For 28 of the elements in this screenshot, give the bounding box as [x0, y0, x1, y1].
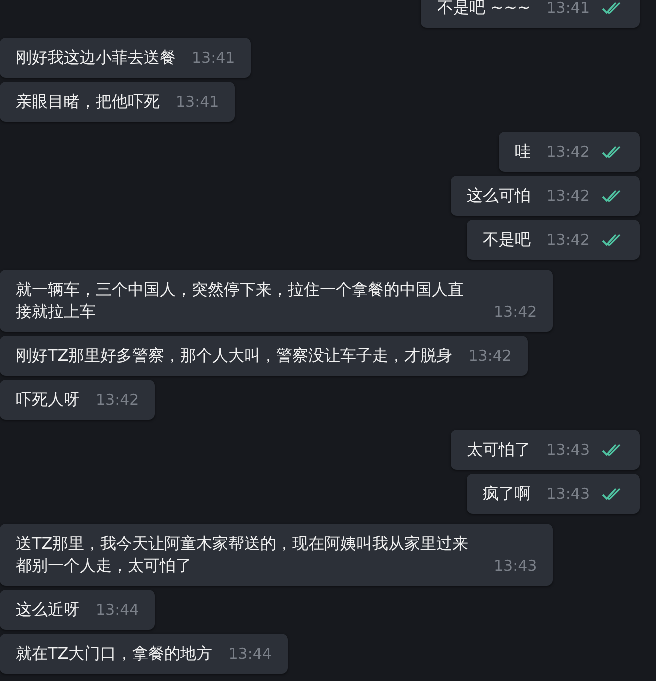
message-text: 刚好TZ那里好多警察，那个人大叫，警察没让车子走，才脱身	[16, 345, 453, 367]
message-text: 这么近呀	[16, 599, 80, 621]
message-text: 亲眼目睹，把他吓死	[16, 91, 160, 113]
message-time: 13:41	[546, 0, 590, 19]
message-time: 13:42	[546, 186, 590, 207]
message-text: 不是吧 ~~~	[437, 0, 531, 19]
message-time: 13:42	[96, 390, 140, 411]
message-text: 哇	[514, 141, 531, 163]
message-time: 13:44	[96, 600, 140, 621]
message-time: 13:43	[546, 484, 590, 505]
message-time: 13:42	[546, 142, 590, 163]
message-text: 就在TZ大门口，拿餐的地方	[16, 643, 213, 665]
message-time: 13:42	[468, 346, 512, 367]
message-time: 13:43	[546, 440, 590, 461]
message-time: 13:41	[176, 92, 220, 113]
message-time: 13:41	[192, 48, 236, 69]
message-text: 太可怕了	[466, 439, 531, 461]
message-time: 13:42	[546, 230, 590, 251]
message-text: 疯了啊	[482, 483, 531, 505]
message-time: 13:43	[494, 556, 538, 577]
message-text: 就一辆车，三个中国人，突然停下来，拉住一个拿餐的中国人直接就拉上车	[16, 279, 465, 323]
message-text: 吓死人呀	[16, 389, 80, 411]
message-time: 13:42	[494, 302, 538, 323]
message-text: 不是吧	[482, 229, 531, 251]
message-text: 这么可怕	[466, 185, 531, 207]
message-text: 刚好我这边小菲去送餐	[16, 47, 176, 69]
message-text: 送TZ那里，我今天让阿童木家帮送的，现在阿姨叫我从家里过来都别一个人走，太可怕了	[16, 533, 470, 577]
message-time: 13:44	[228, 644, 272, 665]
